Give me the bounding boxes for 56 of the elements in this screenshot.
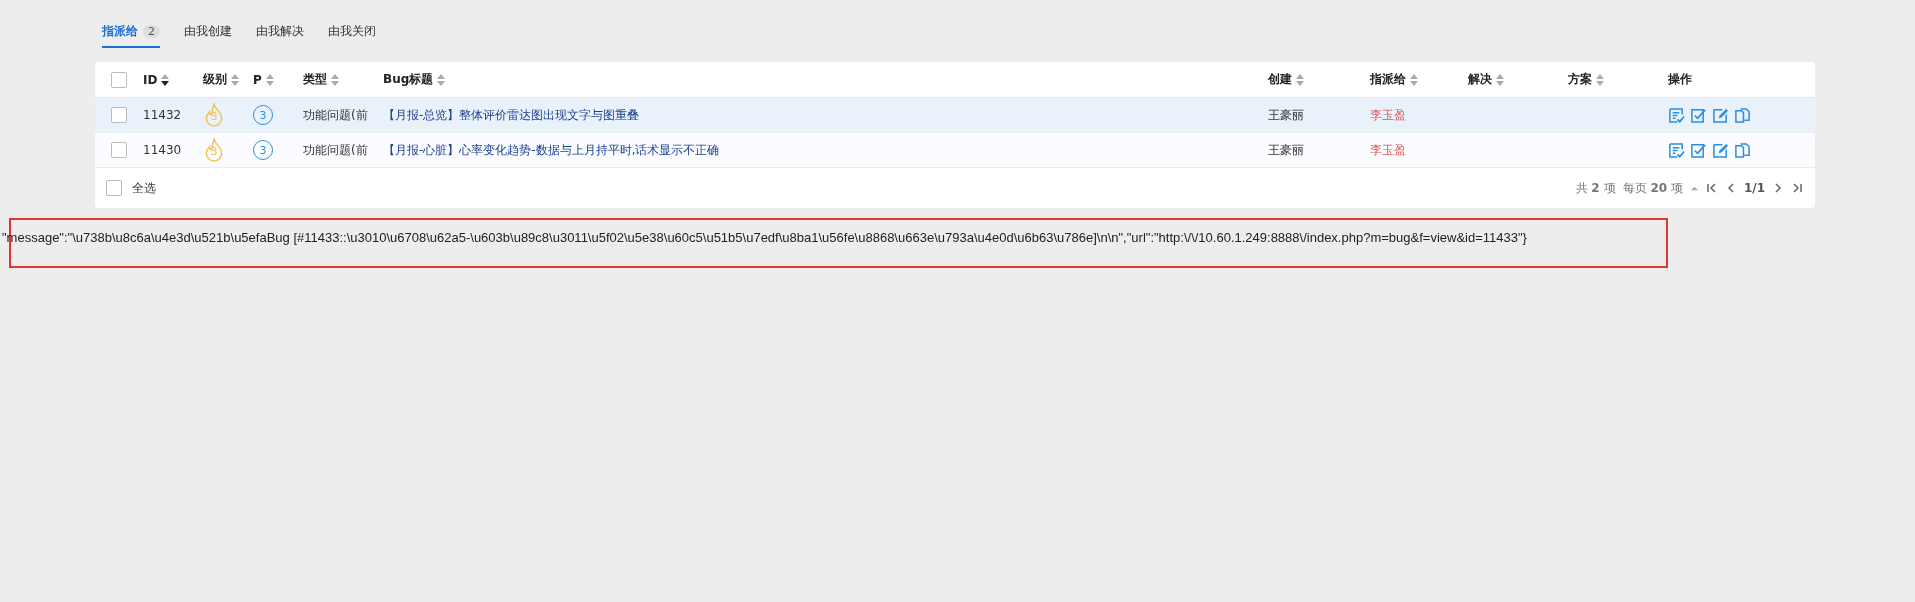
count-badge: 2	[143, 24, 160, 38]
next-page-icon[interactable]	[1772, 182, 1784, 194]
column-header[interactable]: ID	[143, 72, 158, 87]
tab[interactable]: 由我创建	[184, 16, 232, 48]
column-header[interactable]: 指派给	[1370, 71, 1406, 88]
id-cell: 11430	[143, 143, 182, 157]
checkbox[interactable]	[111, 71, 127, 88]
column-header[interactable]: 方案	[1568, 71, 1592, 88]
column-header[interactable]: 操作	[1668, 71, 1692, 88]
sort-icon[interactable]	[1596, 73, 1604, 86]
bug-title-link[interactable]: 【月报-总览】整体评价雷达图出现文字与图重叠	[383, 106, 640, 124]
creator-cell: 王豪丽	[1268, 141, 1304, 159]
sort-icon[interactable]	[1410, 73, 1418, 86]
sort-icon[interactable]	[1496, 73, 1504, 86]
edit-icon[interactable]	[1712, 141, 1729, 159]
severity-flame: 3	[203, 103, 225, 127]
edit-icon[interactable]	[1712, 106, 1729, 124]
id-cell: 11432	[143, 108, 182, 122]
checkbox[interactable]	[106, 180, 122, 196]
tab[interactable]: 由我解决	[256, 16, 304, 48]
copy-icon[interactable]	[1734, 106, 1751, 124]
table-row[interactable]: 11432 3 3 功能问题(前 【月报-总览】整体评价雷达图出现文字与图重叠 王豪丽 李玉盈	[95, 98, 1815, 133]
checkbox[interactable]	[111, 142, 127, 158]
checkbox-tick-icon[interactable]	[1690, 141, 1707, 159]
page-size[interactable]: 每页 20 项	[1622, 179, 1683, 197]
sort-icon[interactable]	[265, 73, 274, 86]
type-cell: 功能问题(前	[303, 106, 368, 124]
first-page-icon[interactable]	[1705, 182, 1718, 194]
checklist-icon[interactable]	[1668, 106, 1685, 124]
checkbox-tick-icon[interactable]	[1690, 106, 1707, 124]
checkbox[interactable]	[111, 107, 127, 123]
column-header[interactable]: 级别	[203, 71, 227, 88]
copy-icon[interactable]	[1734, 141, 1751, 159]
table-row[interactable]: 11430 3 3 功能问题(前 【月报-心脏】心率变化趋势-数据与上月持平时,话术显示不正确 王豪丽 李玉盈	[95, 133, 1815, 168]
column-header[interactable]: P	[253, 72, 262, 87]
severity-flame: 3	[203, 138, 225, 162]
page-indicator: 1/1	[1743, 181, 1765, 195]
bug-title-link[interactable]: 【月报-心脏】心率变化趋势-数据与上月持平时,话术显示不正确	[383, 141, 720, 159]
column-header[interactable]: Bug标题	[383, 71, 434, 88]
sort-icon[interactable]	[437, 73, 446, 86]
tab[interactable]: 指派给 2	[102, 16, 160, 48]
tab[interactable]: 由我关闭	[328, 16, 376, 48]
assignee-cell[interactable]: 李玉盈	[1370, 141, 1406, 159]
select-all-label[interactable]: 全选	[132, 179, 156, 197]
type-cell: 功能问题(前	[303, 141, 368, 159]
last-page-icon[interactable]	[1791, 182, 1803, 194]
creator-cell: 王豪丽	[1268, 106, 1304, 124]
sort-icon[interactable]	[231, 73, 239, 86]
total-count: 共 2 项	[1575, 179, 1616, 197]
column-header[interactable]: 创建	[1268, 71, 1292, 88]
sort-icon[interactable]	[1296, 73, 1304, 86]
column-header[interactable]: 解决	[1468, 71, 1492, 88]
sort-icon[interactable]	[331, 73, 339, 86]
column-header[interactable]: 类型	[303, 71, 327, 88]
sort-active-icon[interactable]	[161, 73, 170, 86]
checklist-icon[interactable]	[1668, 141, 1685, 159]
